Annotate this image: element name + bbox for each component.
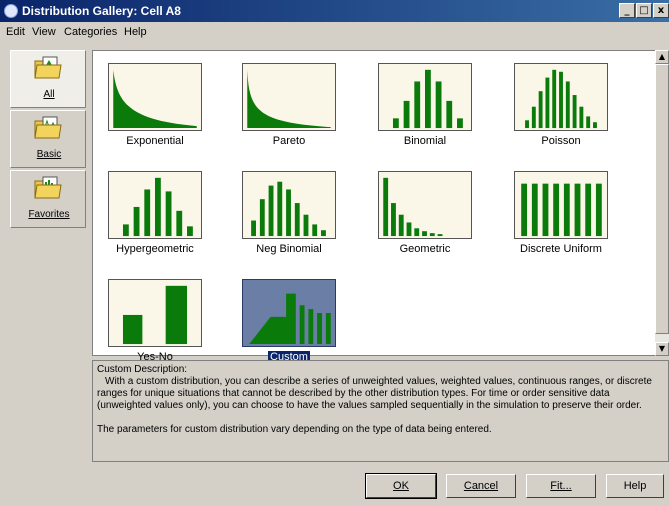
distribution-geometric[interactable]: Geometric — [365, 171, 485, 267]
distribution-label: Exponential — [126, 135, 184, 147]
distribution-label: Geometric — [399, 243, 451, 255]
window-title: Distribution Gallery: Cell A8 — [22, 4, 181, 18]
hypergeometric-bars-icon — [108, 171, 202, 239]
menu-edit[interactable]: Edit — [6, 26, 25, 38]
yes-no-bars-icon — [108, 279, 202, 347]
fit-button[interactable]: Fit... — [526, 474, 596, 498]
pareto-curve-icon — [242, 63, 336, 131]
gallery-scrollbar[interactable]: ▲ ▼ — [655, 50, 669, 356]
binomial-bars-icon — [378, 63, 472, 131]
distribution-label: Pareto — [272, 135, 306, 147]
category-label: Favorites — [28, 209, 70, 220]
menu-categories[interactable]: Categories — [64, 26, 117, 38]
distribution-label: Neg Binomial — [256, 243, 322, 255]
distribution-poisson[interactable]: Poisson — [501, 63, 621, 159]
folder-icon — [34, 116, 62, 139]
distribution-discrete-uniform[interactable]: Discrete Uniform — [501, 171, 621, 267]
description-panel: Custom Description: With a custom distri… — [92, 360, 669, 462]
scroll-down-icon[interactable]: ▼ — [655, 342, 669, 356]
category-label: All — [43, 89, 55, 100]
category-favorites[interactable]: Favorites — [10, 170, 86, 228]
minimize-button[interactable]: _ — [619, 3, 635, 18]
category-label: Basic — [36, 149, 62, 160]
folder-icon — [34, 56, 62, 79]
distribution-neg-binomial[interactable]: Neg Binomial — [229, 171, 349, 267]
neg-binomial-bars-icon — [242, 171, 336, 239]
distribution-label: Hypergeometric — [116, 243, 194, 255]
exponential-curve-icon — [108, 63, 202, 131]
ok-button[interactable]: OK — [365, 473, 437, 499]
description-parameters: The parameters for custom distribution v… — [97, 424, 492, 435]
close-button[interactable]: x — [653, 3, 669, 18]
category-basic[interactable]: Basic — [10, 110, 86, 168]
app-icon — [4, 4, 18, 18]
menu-view[interactable]: View — [32, 26, 56, 38]
distribution-pareto[interactable]: Pareto — [229, 63, 349, 159]
scroll-thumb[interactable] — [655, 64, 669, 334]
category-sidebar: All Basic Favorites — [10, 50, 86, 228]
maximize-button[interactable]: □ — [636, 3, 652, 18]
cancel-button[interactable]: Cancel — [446, 474, 516, 498]
title-bar: Distribution Gallery: Cell A8 _ □ x — [0, 0, 669, 22]
uniform-bars-icon — [514, 171, 608, 239]
geometric-bars-icon — [378, 171, 472, 239]
distribution-hypergeometric[interactable]: Hypergeometric — [95, 171, 215, 267]
folder-icon — [34, 176, 62, 199]
distribution-gallery: Exponential Pareto Binomial Poisson Hype… — [92, 50, 656, 363]
scroll-up-icon[interactable]: ▲ — [655, 50, 669, 64]
distribution-label: Poisson — [541, 135, 581, 147]
help-button[interactable]: Help — [606, 474, 664, 498]
distribution-binomial[interactable]: Binomial — [365, 63, 485, 159]
description-text: With a custom distribution, you can desc… — [97, 376, 652, 411]
distribution-label: Discrete Uniform — [520, 243, 602, 255]
distribution-exponential[interactable]: Exponential — [95, 63, 215, 159]
description-heading: Custom Description: — [97, 364, 188, 375]
custom-shape-icon — [242, 279, 336, 347]
distribution-label: Binomial — [403, 135, 447, 147]
menu-help[interactable]: Help — [124, 26, 147, 38]
poisson-bars-icon — [514, 63, 608, 131]
menu-bar: Edit View Categories Help — [0, 22, 669, 42]
category-all[interactable]: All — [10, 50, 86, 108]
